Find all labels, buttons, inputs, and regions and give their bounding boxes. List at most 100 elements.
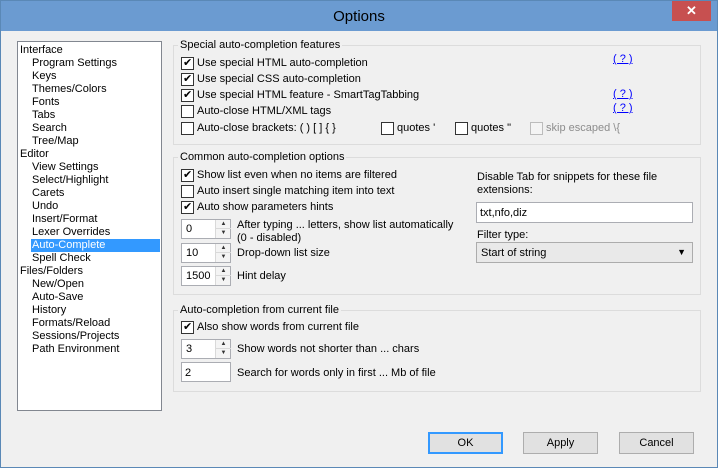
show-list-option[interactable]: Show list even when no items are filtere… xyxy=(181,168,397,182)
hint-delay-label: Hint delay xyxy=(237,270,286,282)
tree-item-program-settings[interactable]: Program Settings xyxy=(32,57,117,70)
ok-button[interactable]: OK xyxy=(428,432,503,454)
html-auto-completion-option[interactable]: Use special HTML auto-completion xyxy=(181,56,368,70)
spin-down-icon[interactable]: ▼ xyxy=(216,253,231,262)
tree-item-spell-check[interactable]: Spell Check xyxy=(32,252,91,265)
html-auto-completion-checkbox[interactable] xyxy=(181,56,194,70)
smarttag-label: Use special HTML feature - SmartTagTabbi… xyxy=(197,89,420,101)
auto-insert-checkbox[interactable] xyxy=(181,184,194,198)
show-list-label: Show list even when no items are filtere… xyxy=(197,169,397,181)
tree-item-themes-colors[interactable]: Themes/Colors xyxy=(32,83,107,96)
autoclose-brackets-checkbox[interactable] xyxy=(181,121,194,135)
auto-insert-option[interactable]: Auto insert single matching item into te… xyxy=(181,184,394,198)
tree-item-view-settings[interactable]: View Settings xyxy=(32,161,98,174)
tree-item-files-folders[interactable]: Files/Folders xyxy=(20,265,83,278)
quotes-double-label: quotes " xyxy=(471,122,511,134)
html-auto-help-link[interactable]: ( ? ) xyxy=(613,53,633,66)
css-auto-completion-option[interactable]: Use special CSS auto-completion xyxy=(181,72,361,86)
common-options-title: Common auto-completion options xyxy=(178,151,347,164)
first-mb-input[interactable]: 2 xyxy=(181,362,231,382)
smarttag-help-link[interactable]: ( ? ) xyxy=(613,88,633,101)
window-title: Options xyxy=(333,8,385,25)
after-typing-spinner[interactable]: 0 ▲ ▼ xyxy=(181,219,231,239)
filter-type-value: Start of string xyxy=(481,247,547,259)
quotes-single-option[interactable]: quotes ' xyxy=(381,121,435,135)
spin-up-icon[interactable]: ▲ xyxy=(216,340,231,349)
filter-type-label: Filter type: xyxy=(477,229,529,241)
tree-item-auto-save[interactable]: Auto-Save xyxy=(32,291,83,304)
spin-down-icon[interactable]: ▼ xyxy=(216,349,231,358)
tree-item-tabs[interactable]: Tabs xyxy=(32,109,55,122)
cancel-button[interactable]: Cancel xyxy=(619,432,694,454)
filter-type-select[interactable]: Start of string ▼ xyxy=(476,242,693,263)
chevron-down-icon: ▼ xyxy=(677,247,686,257)
quotes-double-checkbox[interactable] xyxy=(455,121,468,135)
min-length-spinner[interactable]: 3 ▲ ▼ xyxy=(181,339,231,359)
close-icon[interactable]: ✕ xyxy=(672,1,711,21)
param-hints-label: Auto show parameters hints xyxy=(197,201,334,213)
tree-item-undo[interactable]: Undo xyxy=(32,200,58,213)
tree-item-sessions-projects[interactable]: Sessions/Projects xyxy=(32,330,119,343)
current-file-title: Auto-completion from current file xyxy=(178,304,341,317)
tree-item-lexer-overrides[interactable]: Lexer Overrides xyxy=(32,226,110,239)
auto-insert-label: Auto insert single matching item into te… xyxy=(197,185,395,197)
spin-down-icon[interactable]: ▼ xyxy=(216,229,231,238)
autoclose-brackets-label: Auto-close brackets: ( ) [ ] { } xyxy=(197,122,336,134)
first-mb-label: Search for words only in first ... Mb of… xyxy=(237,367,436,379)
options-window: Options ✕ Interface Program Settings Keys T… xyxy=(0,0,718,468)
quotes-single-label: quotes ' xyxy=(397,122,436,134)
after-typing-value: 0 xyxy=(186,223,193,235)
spin-up-icon[interactable]: ▲ xyxy=(216,220,231,229)
tree-item-formats-reload[interactable]: Formats/Reload xyxy=(32,317,110,330)
hint-delay-spinner[interactable]: 1500 ▲ ▼ xyxy=(181,266,231,286)
tree-item-keys[interactable]: Keys xyxy=(32,70,56,83)
tree-item-insert-format[interactable]: Insert/Format xyxy=(32,213,97,226)
param-hints-option[interactable]: Auto show parameters hints xyxy=(181,200,333,214)
autoclose-tags-help-link[interactable]: ( ? ) xyxy=(613,102,633,115)
smarttag-option[interactable]: Use special HTML feature - SmartTagTabbi… xyxy=(181,88,419,102)
tree-item-editor[interactable]: Editor xyxy=(20,148,49,161)
disable-tab-label: Disable Tab for snippets for these file … xyxy=(477,171,658,196)
tree-item-select-highlight[interactable]: Select/Highlight xyxy=(32,174,108,187)
tree-item-new-open[interactable]: New/Open xyxy=(32,278,84,291)
apply-button[interactable]: Apply xyxy=(523,432,598,454)
skip-escaped-checkbox xyxy=(530,121,543,135)
spin-up-icon[interactable]: ▲ xyxy=(216,244,231,253)
css-auto-completion-checkbox[interactable] xyxy=(181,72,194,86)
tree-item-interface[interactable]: Interface xyxy=(20,44,63,57)
spin-down-icon[interactable]: ▼ xyxy=(216,276,231,285)
smarttag-checkbox[interactable] xyxy=(181,88,194,102)
show-list-checkbox[interactable] xyxy=(181,168,194,182)
param-hints-checkbox[interactable] xyxy=(181,200,194,214)
quotes-single-checkbox[interactable] xyxy=(381,121,394,135)
html-auto-completion-label: Use special HTML auto-completion xyxy=(197,57,368,69)
special-features-title: Special auto-completion features xyxy=(178,39,343,52)
dropdown-size-spinner[interactable]: 10 ▲ ▼ xyxy=(181,243,231,263)
also-show-checkbox[interactable] xyxy=(181,320,194,334)
spin-up-icon[interactable]: ▲ xyxy=(216,267,231,276)
extensions-input[interactable]: txt,nfo,diz xyxy=(476,202,693,223)
tree-item-tree-map[interactable]: Tree/Map xyxy=(32,135,79,148)
autoclose-brackets-option[interactable]: Auto-close brackets: ( ) [ ] { } xyxy=(181,121,336,135)
hint-delay-value: 1500 xyxy=(186,270,211,282)
css-auto-completion-label: Use special CSS auto-completion xyxy=(197,73,361,85)
title-bar: Options ✕ xyxy=(1,1,717,31)
options-tree[interactable]: Interface Program Settings Keys Themes/Colo… xyxy=(17,41,162,411)
tree-item-path-environment[interactable]: Path Environment xyxy=(32,343,119,356)
autoclose-tags-option[interactable]: Auto-close HTML/XML tags xyxy=(181,104,331,118)
autoclose-tags-label: Auto-close HTML/XML tags xyxy=(197,105,332,117)
autoclose-tags-checkbox[interactable] xyxy=(181,104,194,118)
tree-item-carets[interactable]: Carets xyxy=(32,187,64,200)
tree-item-fonts[interactable]: Fonts xyxy=(32,96,60,109)
dropdown-size-label: Drop-down list size xyxy=(237,247,330,259)
tree-item-history[interactable]: History xyxy=(32,304,66,317)
quotes-double-option[interactable]: quotes " xyxy=(455,121,511,135)
tree-item-search[interactable]: Search xyxy=(32,122,67,135)
min-length-value: 3 xyxy=(186,343,193,355)
after-typing-label: After typing ... letters, show list auto… xyxy=(237,219,454,231)
tree-item-auto-complete[interactable]: Auto-Complete xyxy=(31,239,160,252)
skip-escaped-option: skip escaped \{ xyxy=(530,121,620,135)
also-show-label: Also show words from current file xyxy=(197,321,359,333)
also-show-option[interactable]: Also show words from current file xyxy=(181,320,359,334)
min-length-label: Show words not shorter than ... chars xyxy=(237,343,420,355)
